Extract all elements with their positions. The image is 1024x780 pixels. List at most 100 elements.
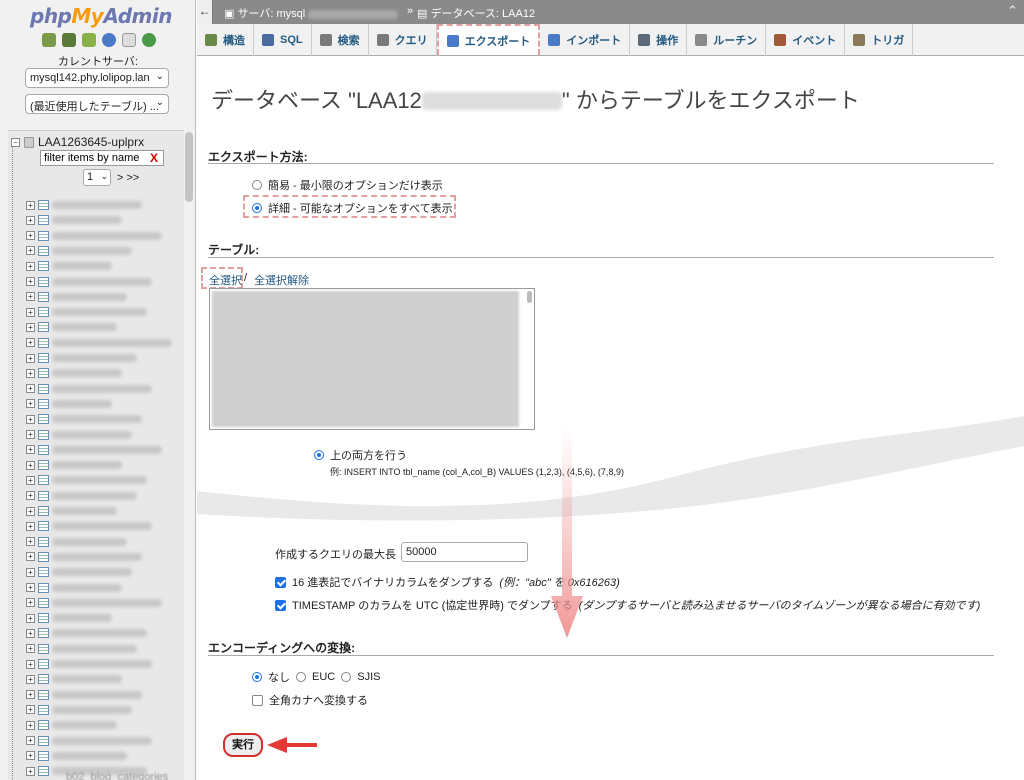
tree-table-item[interactable]: +: [26, 474, 147, 486]
expand-icon[interactable]: +: [26, 475, 35, 485]
method-quick-option[interactable]: 簡易 - 最小限のオプションだけ表示: [252, 177, 443, 193]
expand-icon[interactable]: +: [26, 399, 35, 409]
tree-table-item[interactable]: +: [26, 597, 162, 609]
tree-table-item[interactable]: +: [26, 643, 137, 655]
expand-icon[interactable]: +: [26, 322, 35, 332]
tree-table-item[interactable]: +: [26, 245, 132, 257]
tree-table-item[interactable]: +: [26, 566, 132, 578]
expand-icon[interactable]: +: [26, 567, 35, 577]
tree-table-item[interactable]: +: [26, 536, 127, 548]
tree-table-item[interactable]: +: [26, 459, 122, 471]
tab-events[interactable]: イベント: [766, 24, 846, 56]
help-icon[interactable]: [102, 33, 116, 47]
scrollbar[interactable]: [527, 291, 532, 303]
expand-icon[interactable]: +: [26, 368, 35, 378]
tree-table-item[interactable]: +: [26, 612, 112, 624]
tree-table-item[interactable]: +: [26, 673, 122, 685]
radio-enc-euc[interactable]: [296, 672, 306, 682]
expand-icon[interactable]: +: [26, 720, 35, 730]
tree-table-item[interactable]: +: [26, 719, 117, 731]
tree-table-item[interactable]: +: [26, 230, 162, 242]
radio-quick[interactable]: [252, 180, 262, 190]
breadcrumb-database[interactable]: ▤ データベース: LAA12: [417, 5, 535, 21]
tree-table-item[interactable]: +: [26, 398, 112, 410]
tab-routines[interactable]: ルーチン: [687, 24, 767, 56]
hex-checkbox[interactable]: [275, 576, 286, 588]
expand-icon[interactable]: +: [26, 521, 35, 531]
tree-table-item[interactable]: +: [26, 321, 117, 333]
expand-icon[interactable]: +: [26, 460, 35, 470]
tree-table-item[interactable]: +: [26, 199, 142, 211]
tree-table-item[interactable]: +: [26, 444, 162, 456]
kana-option[interactable]: 全角カナへ変換する: [252, 692, 368, 708]
next-page-link[interactable]: > >>: [117, 172, 139, 184]
tab-search[interactable]: 検索: [312, 24, 369, 56]
docs-icon[interactable]: [122, 33, 136, 47]
tab-wrench[interactable]: 操作: [630, 24, 688, 56]
expand-icon[interactable]: +: [26, 705, 35, 715]
clear-filter-icon[interactable]: X: [150, 151, 158, 165]
breadcrumb-server[interactable]: ▣ サーバ: mysql: [224, 5, 399, 21]
tree-table-item[interactable]: +: [26, 337, 172, 349]
tree-table-item[interactable]: +: [26, 429, 132, 441]
tab-export[interactable]: エクスポート: [436, 24, 541, 55]
expand-icon[interactable]: +: [26, 659, 35, 669]
tree-table-item[interactable]: +: [26, 413, 142, 425]
collapse-top-icon[interactable]: ⌃: [1007, 3, 1018, 19]
expand-icon[interactable]: +: [26, 414, 35, 424]
expand-icon[interactable]: +: [26, 690, 35, 700]
tree-table-item[interactable]: +: [26, 704, 132, 716]
tree-table-item[interactable]: +: [26, 352, 137, 364]
sql-query-icon[interactable]: [82, 33, 96, 47]
expand-icon[interactable]: +: [26, 628, 35, 638]
tree-table-item[interactable]: +: [26, 383, 152, 395]
utc-checkbox[interactable]: [275, 599, 286, 611]
tree-item-label[interactable]: b02_blog_categories: [66, 771, 168, 780]
utc-option[interactable]: TIMESTAMP のカラムを UTC (協定世界時) でダンプする (ダンプする…: [275, 597, 980, 613]
expand-icon[interactable]: +: [26, 736, 35, 745]
tree-table-item[interactable]: +: [26, 367, 122, 379]
expand-icon[interactable]: +: [26, 445, 35, 455]
tab-query[interactable]: クエリ: [369, 24, 437, 56]
expand-icon[interactable]: +: [26, 751, 35, 761]
tree-table-item[interactable]: +: [26, 291, 127, 303]
tree-table-item[interactable]: +: [26, 627, 147, 639]
database-name[interactable]: LAA1263645-uplprx: [38, 135, 144, 149]
tree-table-item[interactable]: +: [26, 276, 152, 288]
tree-table-item[interactable]: +: [26, 520, 152, 532]
logout-icon[interactable]: [62, 33, 76, 47]
expand-icon[interactable]: +: [26, 598, 35, 608]
expand-icon[interactable]: +: [26, 338, 35, 348]
phpmyadmin-logo[interactable]: phpMyAdmin: [30, 4, 172, 28]
tab-structure[interactable]: 構造: [197, 24, 254, 56]
expand-icon[interactable]: +: [26, 491, 35, 501]
tree-table-item[interactable]: +: [26, 658, 152, 670]
tree-table-item[interactable]: +: [26, 750, 127, 762]
expand-icon[interactable]: +: [26, 307, 35, 317]
tree-table-item[interactable]: +: [26, 735, 152, 747]
tree-table-item[interactable]: +: [26, 505, 117, 517]
hex-binary-option[interactable]: 16 進表記でバイナリカラムをダンプする (例："abc" を 0x616263): [275, 574, 620, 590]
collapse-icon[interactable]: −: [11, 137, 20, 147]
home-icon[interactable]: [42, 33, 56, 47]
expand-icon[interactable]: +: [26, 353, 35, 363]
expand-icon[interactable]: +: [26, 613, 35, 623]
server-select[interactable]: mysql142.phy.lolipop.lan ⌄: [25, 68, 169, 88]
expand-icon[interactable]: +: [26, 261, 35, 271]
tree-table-item[interactable]: +: [26, 490, 137, 502]
expand-icon[interactable]: +: [26, 430, 35, 439]
radio-enc-none[interactable]: [252, 672, 262, 682]
expand-icon[interactable]: +: [26, 537, 35, 547]
expand-icon[interactable]: +: [26, 277, 35, 286]
run-button[interactable]: 実行: [223, 733, 263, 757]
tree-table-item[interactable]: +: [26, 582, 122, 594]
kana-checkbox[interactable]: [252, 694, 263, 706]
filter-input[interactable]: filter items by name X: [40, 150, 164, 166]
expand-icon[interactable]: +: [26, 215, 35, 225]
reload-icon[interactable]: [142, 33, 156, 47]
tab-triggers[interactable]: トリガ: [845, 24, 914, 56]
recent-tables-select[interactable]: (最近使用したテーブル) ... ⌄: [25, 94, 169, 114]
page-select[interactable]: 1 ⌄: [83, 169, 111, 186]
both-option[interactable]: 上の両方を行う: [314, 447, 407, 463]
tree-table-item[interactable]: +: [26, 689, 142, 701]
